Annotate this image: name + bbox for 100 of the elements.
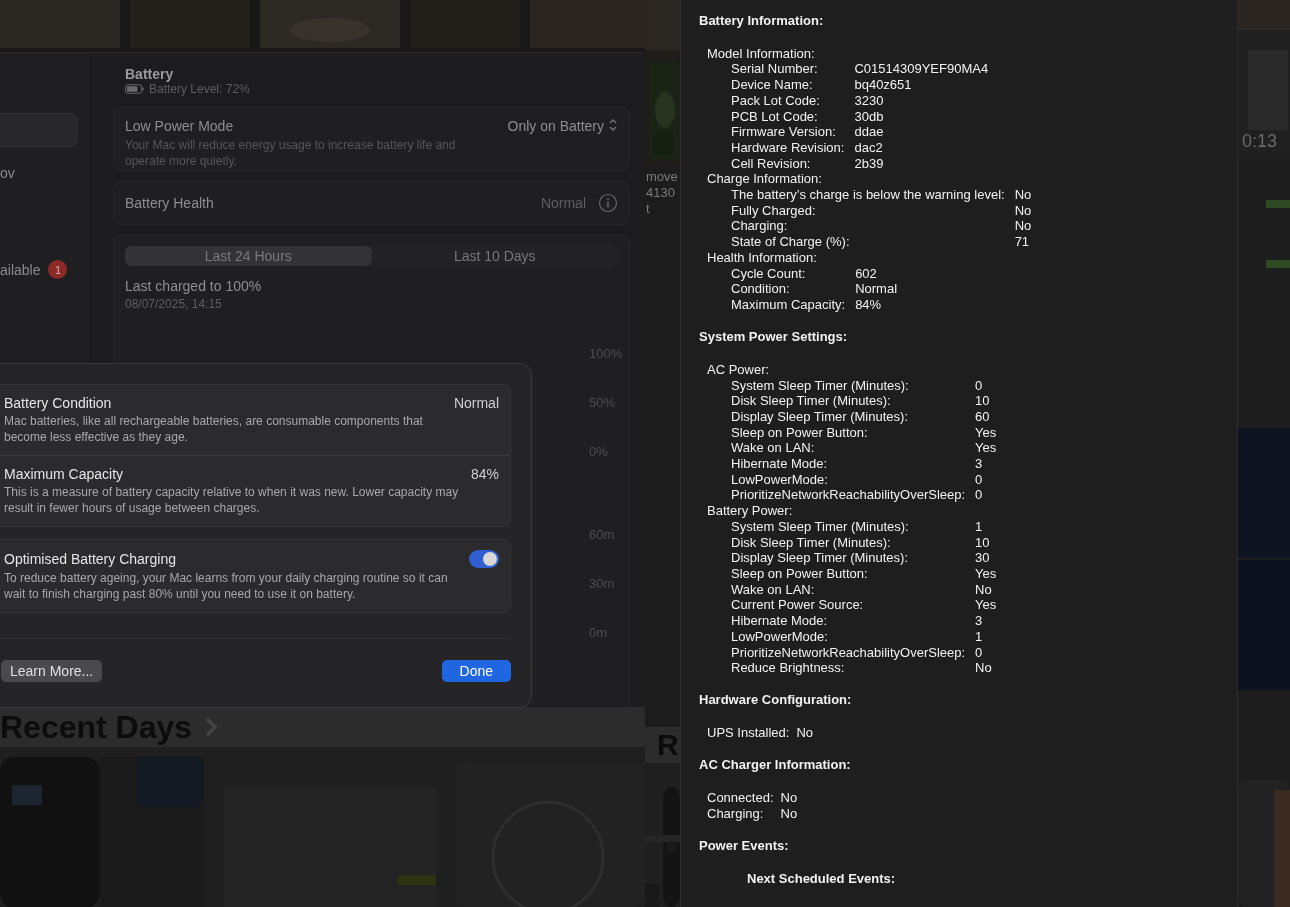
item-description: To reduce battery ageing, your Mac learns from your daily charging routine so it can wait to finish charging past 80% until you need to use it on battery. xyxy=(4,570,449,602)
info-label: UPS Installed: xyxy=(707,725,790,741)
info-value: Yes xyxy=(975,424,997,441)
group-title: Next Scheduled Events: xyxy=(747,870,897,887)
info-label: LowPowerMode: xyxy=(731,471,829,488)
group-title: Model Information: xyxy=(707,45,816,62)
info-value: 0 xyxy=(975,644,984,661)
group-title: Battery Power: xyxy=(707,503,794,519)
notification-badge: 1 xyxy=(48,260,68,279)
info-label: Disk Sleep Timer (Minutes): xyxy=(731,393,892,409)
info-label: Cycle Count: xyxy=(731,265,807,282)
sidebar-item[interactable]: ov xyxy=(0,165,15,181)
setting-label: Battery Health xyxy=(125,195,214,211)
info-label: Reduce Brightness: xyxy=(731,660,846,676)
battery-level-text: Battery Level: 72% xyxy=(149,82,250,96)
info-label: Wake on LAN: xyxy=(731,440,816,457)
info-label: Pack Lot Code: xyxy=(731,92,821,109)
info-value: Normal xyxy=(855,281,898,297)
info-value: No xyxy=(975,660,993,676)
setting-label: Low Power Mode xyxy=(125,118,235,134)
info-value: Yes xyxy=(975,597,997,614)
snippet-text: move xyxy=(646,169,679,185)
info-label: Device Name: xyxy=(731,77,814,93)
info-icon[interactable] xyxy=(598,193,618,213)
info-label: Maximum Capacity: xyxy=(731,296,846,313)
popup-button[interactable]: Only on Battery xyxy=(507,118,618,136)
item-description: Mac batteries, like all rechargeable batteries, are consumable components that become less effective as they age. xyxy=(4,413,424,445)
info-value: No xyxy=(780,805,798,822)
info-label: Condition: xyxy=(731,281,791,297)
last-charged-text: Last charged to 100% xyxy=(125,278,263,294)
group-title: Charge Information: xyxy=(707,171,823,188)
chevron-icon[interactable] xyxy=(204,715,219,738)
segment-tab[interactable]: Last 10 Days xyxy=(371,246,618,266)
info-value: 1 xyxy=(975,628,984,645)
setting-value: Normal xyxy=(540,195,586,211)
info-label: Fully Charged: xyxy=(731,202,817,219)
info-label: Hibernate Mode: xyxy=(731,613,829,629)
info-value: No xyxy=(975,581,993,598)
info-value: 10 xyxy=(975,393,991,409)
info-label: System Sleep Timer (Minutes): xyxy=(731,377,910,394)
snippet-text: 4130 xyxy=(646,185,676,201)
info-label: The battery’s charge is below the warning level: xyxy=(731,187,1005,203)
snippet-text: t xyxy=(646,201,651,217)
section-title: AC Charger Information: xyxy=(699,757,852,774)
info-value: 71 xyxy=(1014,234,1031,250)
pane-title: Battery xyxy=(125,66,175,82)
section-title: Hardware Configuration: xyxy=(699,692,853,709)
info-value: C01514309YEF90MA4 xyxy=(854,61,989,78)
info-label: Cell Revision: xyxy=(731,155,812,172)
info-label: Display Sleep Timer (Minutes): xyxy=(731,550,909,566)
info-value: 3 xyxy=(975,456,984,472)
item-value: Normal xyxy=(453,395,499,411)
info-label: State of Charge (%): xyxy=(731,234,851,250)
info-label: Firmware Version: xyxy=(731,124,837,140)
up-down-arrows-icon xyxy=(608,118,618,132)
info-value: 2b39 xyxy=(854,155,885,172)
item-title: Maximum Capacity xyxy=(4,466,124,482)
info-value: 0 xyxy=(975,377,984,394)
group-title: Health Information: xyxy=(707,249,818,266)
section-title: System Power Settings: xyxy=(699,329,849,345)
info-value: Yes xyxy=(975,440,997,457)
video-duration: 0:13 xyxy=(1242,131,1278,152)
info-label: PrioritizeNetworkReachabilityOverSleep: xyxy=(731,487,966,504)
timestamp: 08/07/2025, 14:15 xyxy=(125,297,223,311)
battery-icon xyxy=(125,84,144,94)
info-label: Display Sleep Timer (Minutes): xyxy=(731,408,909,425)
info-value: 3230 xyxy=(854,92,885,109)
segment-tab[interactable]: Last 24 Hours xyxy=(125,246,372,266)
info-value: No xyxy=(1014,218,1032,235)
info-value: No xyxy=(780,790,798,806)
info-label: Wake on LAN: xyxy=(731,581,816,598)
info-label: LowPowerMode: xyxy=(731,628,829,645)
item-title: Battery Condition xyxy=(4,395,112,411)
info-label: PCB Lot Code: xyxy=(731,108,819,125)
info-label: Hibernate Mode: xyxy=(731,456,829,472)
info-value: 60 xyxy=(975,408,991,425)
info-label: Disk Sleep Timer (Minutes): xyxy=(731,534,892,551)
item-value: 84% xyxy=(470,466,499,482)
info-value: Yes xyxy=(975,566,997,582)
done-button[interactable]: Done xyxy=(441,660,511,682)
info-value: 602 xyxy=(855,265,878,282)
item-description: This is a measure of battery capacity relative to when it was new. Lower capacity may result in fewer hours of usage between charges. xyxy=(4,484,460,516)
info-value: 1 xyxy=(975,518,984,535)
info-label: Charging: xyxy=(731,218,789,235)
item-title: Optimised Battery Charging xyxy=(4,551,176,567)
info-value: bq40z651 xyxy=(854,77,913,93)
info-value: No xyxy=(1014,202,1032,219)
info-value: 0 xyxy=(975,471,984,488)
info-value: dac2 xyxy=(854,139,884,156)
info-value: 30db xyxy=(854,108,885,125)
info-label: Connected: xyxy=(707,790,774,806)
info-label: Sleep on Power Button: xyxy=(731,424,869,441)
info-value: 30 xyxy=(975,550,991,566)
info-value: No xyxy=(796,725,813,741)
learn-more-button[interactable]: Learn More... xyxy=(1,660,103,682)
info-label: Hardware Revision: xyxy=(731,139,845,156)
info-value: No xyxy=(1014,187,1032,203)
info-label: System Sleep Timer (Minutes): xyxy=(731,518,910,535)
toggle-switch[interactable] xyxy=(469,550,499,568)
sidebar-item[interactable]: ailable xyxy=(0,261,41,278)
